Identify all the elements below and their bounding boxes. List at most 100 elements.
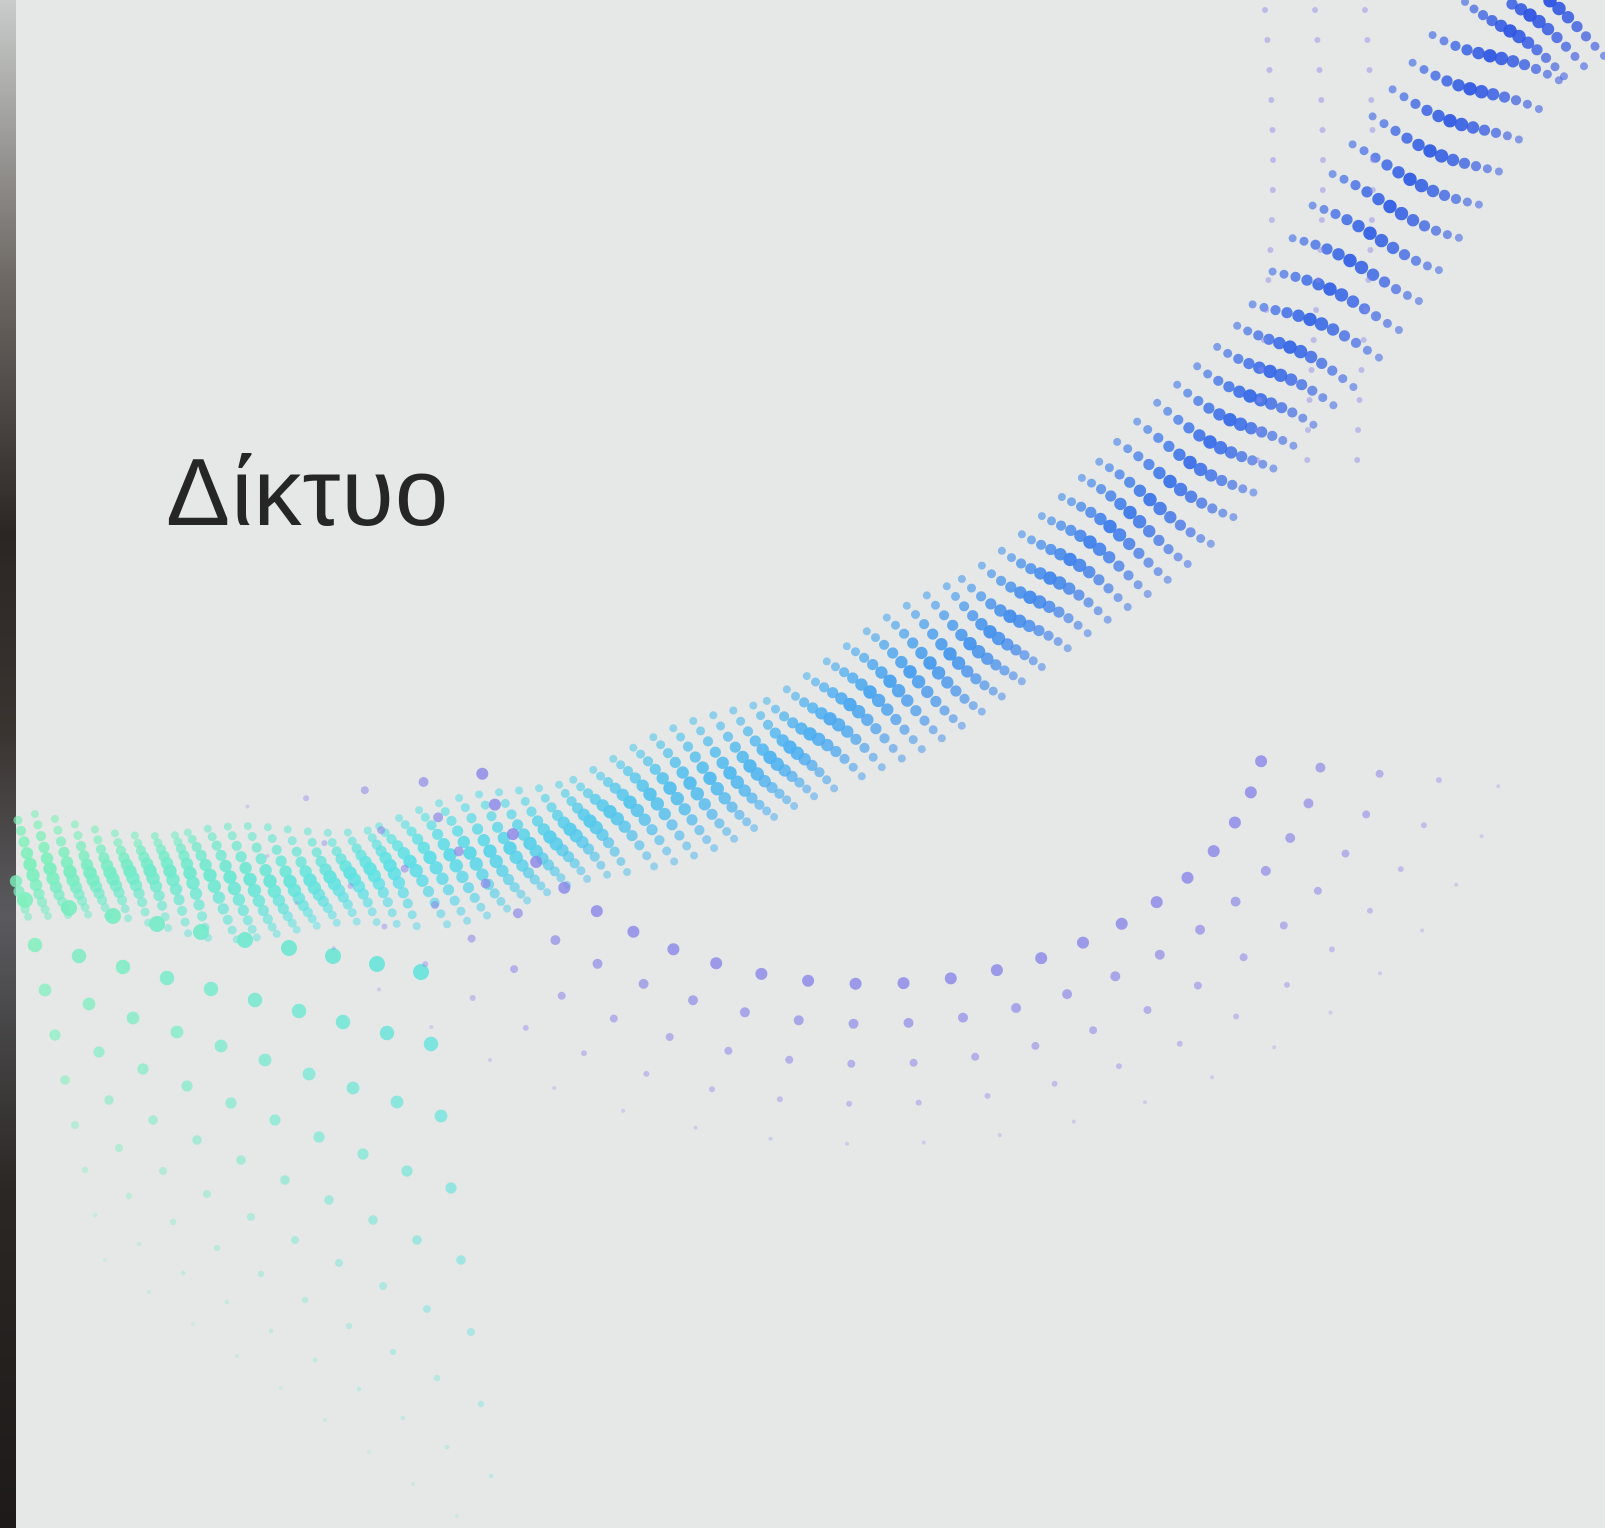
wave-dot	[467, 1328, 475, 1336]
wave-dot	[756, 711, 766, 721]
wave-dot	[105, 908, 121, 924]
wave-dot	[682, 841, 692, 851]
wave-dot	[1334, 288, 1349, 302]
wave-dot	[75, 841, 87, 852]
wave-dot	[492, 821, 504, 833]
wave-dot	[802, 784, 812, 794]
wave-dot	[948, 714, 958, 724]
wave-dot	[1008, 671, 1018, 681]
wave-dot	[643, 1070, 650, 1077]
wave-dot	[1083, 565, 1096, 579]
wave-dot	[1207, 845, 1220, 858]
wave-dot	[1196, 497, 1208, 509]
wave-dot	[1374, 353, 1383, 362]
wave-dot	[1267, 430, 1278, 441]
wave-dot	[847, 1059, 856, 1068]
wave-dot	[526, 806, 537, 817]
wave-dot	[1306, 397, 1313, 403]
wave-dot	[515, 786, 524, 795]
wave-dot	[922, 591, 931, 600]
wave-dot	[191, 1322, 195, 1326]
wave-dot	[1514, 135, 1523, 144]
wave-dot	[1239, 953, 1248, 962]
wave-dot	[368, 1215, 378, 1225]
wave-dot	[415, 806, 424, 815]
wave-dot	[1133, 580, 1143, 590]
wave-dot	[1560, 72, 1568, 81]
wave-dot	[997, 546, 1006, 555]
wave-dot	[762, 719, 774, 730]
wave-dot	[1103, 615, 1112, 624]
wave-dot	[1073, 620, 1083, 630]
wave-dot	[1561, 11, 1575, 24]
wave-dot	[456, 870, 469, 884]
wave-dot	[1296, 379, 1308, 391]
wave-dot	[1268, 97, 1275, 103]
wave-dot	[785, 1055, 794, 1064]
wave-dot	[755, 967, 768, 980]
wave-dot	[1420, 928, 1425, 933]
wave-dot	[456, 1255, 466, 1265]
wave-dot	[164, 924, 173, 932]
wave-dot	[81, 1166, 89, 1174]
wave-dot	[423, 1036, 439, 1052]
wave-dot	[590, 905, 603, 918]
wave-dot	[1037, 663, 1046, 671]
wave-dot	[1339, 174, 1349, 184]
wave-dot	[987, 569, 996, 579]
wave-dot	[1285, 833, 1296, 843]
wave-dot	[1418, 220, 1431, 232]
wave-dot	[110, 829, 119, 838]
wave-dot	[726, 801, 738, 813]
wave-dot	[392, 876, 406, 889]
wave-dot	[1477, 10, 1489, 21]
wave-dot	[449, 859, 463, 873]
wave-dot	[1330, 208, 1341, 220]
wave-dot	[997, 1133, 1002, 1138]
wave-dot	[1007, 553, 1016, 563]
wave-dot	[1463, 82, 1477, 96]
wave-dot	[931, 666, 946, 680]
wave-dot	[979, 680, 990, 691]
wave-dot	[247, 924, 257, 934]
wave-dot	[555, 780, 564, 789]
wave-dot	[343, 828, 352, 837]
wave-dot	[147, 1290, 151, 1294]
wave-dot	[180, 917, 190, 927]
wave-dot	[1414, 297, 1423, 305]
wave-dot	[436, 872, 449, 885]
wave-dot	[1143, 425, 1153, 434]
wave-dot	[356, 1386, 362, 1392]
wave-dot	[1196, 534, 1206, 543]
slide-canvas: Δίκτυο	[0, 0, 1605, 1528]
wave-dot	[1047, 516, 1056, 526]
wave-dot	[1522, 99, 1532, 109]
wave-dot	[919, 619, 930, 630]
wave-dot	[73, 831, 83, 840]
wave-dot	[1374, 233, 1389, 248]
wave-dot	[379, 1282, 387, 1290]
wave-dot	[867, 659, 879, 671]
wave-dot	[689, 751, 701, 763]
wave-dot	[360, 786, 369, 795]
wave-dot	[944, 972, 957, 985]
wave-dot	[1210, 1075, 1215, 1080]
wave-dot	[1114, 469, 1125, 480]
wave-dot	[1095, 457, 1104, 466]
wave-dot	[130, 831, 139, 840]
wave-dot	[1270, 157, 1276, 163]
wave-dot	[921, 685, 934, 699]
wave-dot	[666, 819, 678, 831]
wave-dot	[1143, 1006, 1152, 1014]
wave-dot	[480, 800, 490, 810]
wave-dot	[506, 828, 519, 841]
wave-dot	[1272, 1045, 1277, 1050]
wave-dot	[742, 726, 754, 737]
wave-dot	[1036, 539, 1047, 550]
wave-dot	[556, 873, 566, 883]
wave-dot	[38, 983, 52, 997]
wave-dot	[1087, 478, 1096, 488]
wave-dot	[1580, 31, 1592, 42]
wave-dot	[469, 995, 476, 1001]
wave-dot	[1550, 62, 1560, 72]
